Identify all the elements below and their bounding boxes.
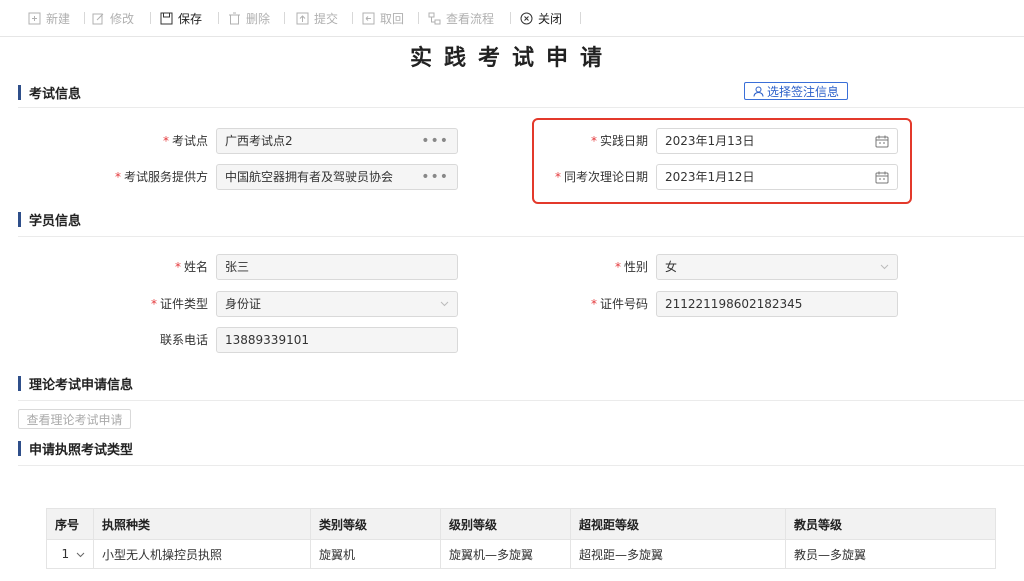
- id-type-value: 身份证: [225, 297, 262, 311]
- column-header: 序号: [46, 508, 94, 540]
- section-license-type: 申请执照考试类型: [18, 438, 133, 458]
- section-title: 学员信息: [29, 213, 82, 229]
- save-icon: [160, 12, 173, 25]
- theory-date-value: 2023年1月12日: [665, 170, 755, 184]
- section-title: 理论考试申请信息: [29, 377, 134, 393]
- id-no-value: 211221198602182345: [665, 297, 803, 311]
- name-label: * 姓名: [174, 260, 208, 274]
- practice-date-value: 2023年1月13日: [665, 134, 755, 148]
- column-header: 类别等级: [310, 508, 441, 540]
- new-button[interactable]: 新建: [28, 9, 70, 27]
- theory-date-field[interactable]: 2023年1月12日: [656, 164, 898, 190]
- name-field[interactable]: 张三: [216, 254, 458, 280]
- exam-site-field[interactable]: 广西考试点2 •••: [216, 128, 458, 154]
- provider-label: * 考试服务提供方: [114, 170, 208, 184]
- chevron-down-icon: [440, 292, 449, 316]
- page-title: 实践考试申请: [409, 46, 614, 71]
- cell-category-level: 旋翼机: [310, 539, 441, 569]
- delete-button[interactable]: 删除: [228, 9, 270, 27]
- section-theory-info: 理论考试申请信息: [18, 373, 133, 393]
- row-seq-value: 1: [61, 547, 70, 561]
- column-header: 教员等级: [785, 508, 996, 540]
- provider-field[interactable]: 中国航空器拥有者及驾驶员协会 •••: [216, 164, 458, 190]
- cell-instructor-level: 教员—多旋翼: [785, 539, 996, 569]
- column-header: 超视距等级: [570, 508, 786, 540]
- retrieve-label: 取回: [380, 11, 405, 26]
- close-label: 关闭: [538, 11, 563, 26]
- edit-icon: [92, 12, 105, 25]
- submit-icon: [296, 12, 309, 25]
- view-theory-application-button[interactable]: 查看理论考试申请: [18, 409, 131, 429]
- practice-date-field[interactable]: 2023年1月13日: [656, 128, 898, 154]
- gender-value: 女: [665, 260, 678, 274]
- close-button[interactable]: 关闭: [520, 9, 562, 27]
- section-student-info: 学员信息: [18, 209, 81, 229]
- table-header-row: 序号 执照种类 类别等级 级别等级 超视距等级 教员等级: [46, 508, 996, 540]
- view-flow-label: 查看流程: [446, 11, 495, 26]
- cell-license-kind: 小型无人机操控员执照: [93, 539, 311, 569]
- close-icon: [520, 12, 533, 25]
- exam-site-value: 广西考试点2: [225, 134, 293, 148]
- calendar-icon[interactable]: [875, 129, 889, 153]
- gender-label: * 性别: [614, 260, 648, 274]
- trash-icon: [228, 12, 241, 25]
- select-sign-info-button[interactable]: 选择签注信息: [744, 82, 848, 100]
- retrieve-button[interactable]: 取回: [362, 9, 404, 27]
- flow-icon: [428, 12, 441, 25]
- phone-field[interactable]: 13889339101: [216, 327, 458, 353]
- column-header: 执照种类: [93, 508, 311, 540]
- view-flow-button[interactable]: 查看流程: [428, 9, 494, 27]
- edit-label: 修改: [110, 11, 135, 26]
- table-row[interactable]: 1 小型无人机操控员执照 旋翼机 旋翼机—多旋翼 超视距—多旋翼 教员—多旋翼: [46, 539, 996, 569]
- more-icon[interactable]: •••: [421, 129, 449, 153]
- license-table: 序号 执照种类 类别等级 级别等级 超视距等级 教员等级 1 小型无人机操控员执…: [46, 508, 996, 569]
- view-theory-application-label: 查看理论考试申请: [26, 412, 123, 427]
- submit-button[interactable]: 提交: [296, 9, 338, 27]
- id-no-field[interactable]: 211221198602182345: [656, 291, 898, 317]
- id-type-label: * 证件类型: [150, 297, 208, 311]
- toolbar: 新建 修改 保存 删除 提交 取回 查看流程 关闭: [0, 0, 1024, 37]
- id-type-select[interactable]: 身份证: [216, 291, 458, 317]
- theory-date-label: * 同考次理论日期: [554, 170, 648, 184]
- name-value: 张三: [225, 260, 250, 274]
- retrieve-icon: [362, 12, 375, 25]
- row-seq[interactable]: 1: [46, 539, 94, 569]
- section-title: 申请执照考试类型: [29, 442, 134, 458]
- user-icon: [753, 86, 764, 97]
- save-button[interactable]: 保存: [160, 9, 202, 27]
- cell-class-level: 旋翼机—多旋翼: [440, 539, 571, 569]
- cell-bvlos-level: 超视距—多旋翼: [570, 539, 786, 569]
- id-no-label: * 证件号码: [590, 297, 648, 311]
- chevron-down-icon[interactable]: [76, 552, 85, 558]
- save-label: 保存: [178, 11, 203, 26]
- practice-date-label: * 实践日期: [590, 134, 648, 148]
- chevron-down-icon: [880, 255, 889, 279]
- section-exam-info: 考试信息: [18, 82, 81, 102]
- new-icon: [28, 12, 41, 25]
- delete-label: 删除: [246, 11, 271, 26]
- provider-value: 中国航空器拥有者及驾驶员协会: [225, 170, 394, 184]
- submit-label: 提交: [314, 11, 339, 26]
- new-label: 新建: [46, 11, 71, 26]
- section-title: 考试信息: [29, 86, 82, 102]
- column-header: 级别等级: [440, 508, 571, 540]
- select-sign-info-label: 选择签注信息: [766, 84, 839, 99]
- more-icon[interactable]: •••: [421, 165, 449, 189]
- phone-value: 13889339101: [225, 333, 309, 347]
- phone-label: 联系电话: [159, 333, 208, 347]
- exam-site-label: * 考试点: [162, 134, 208, 148]
- gender-select[interactable]: 女: [656, 254, 898, 280]
- calendar-icon[interactable]: [875, 165, 889, 189]
- edit-button[interactable]: 修改: [92, 9, 134, 27]
